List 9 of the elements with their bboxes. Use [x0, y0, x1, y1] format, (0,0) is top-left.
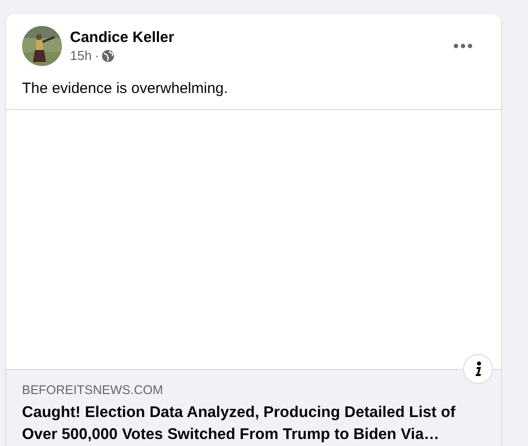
- more-icon: [453, 43, 473, 49]
- post-time[interactable]: 15h: [70, 48, 92, 63]
- post-text: The evidence is overwhelming.: [21, 79, 229, 99]
- separator-dot: ·: [94, 48, 100, 63]
- globe-icon: [102, 50, 114, 62]
- author-name[interactable]: Candice Keller: [70, 29, 174, 46]
- link-title[interactable]: Caught! Election Data Analyzed, Producing Detailed List of Over 500,000 Votes Switched From Trump to Biden Via…: [22, 402, 490, 446]
- info-icon: [473, 361, 483, 377]
- link-domain[interactable]: BEFOREITSNEWS.COM: [22, 383, 163, 397]
